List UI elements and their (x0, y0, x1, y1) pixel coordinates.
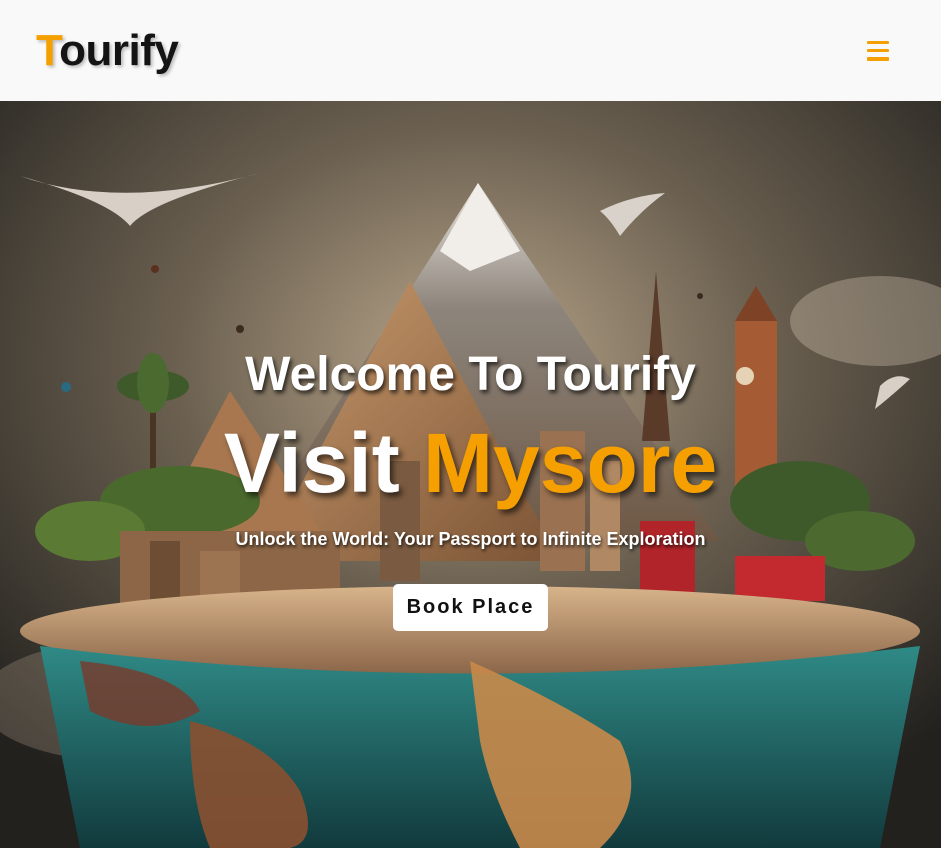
visit-word: Visit (223, 416, 400, 510)
logo-rest: ourify (59, 25, 179, 75)
menu-line (867, 48, 889, 53)
logo-initial: T (36, 25, 60, 75)
book-place-button[interactable]: Book Place (392, 584, 549, 631)
menu-line (867, 57, 889, 61)
site-logo[interactable]: Tourify (36, 25, 179, 75)
city-name: Mysore (423, 416, 718, 510)
menu-line (867, 40, 889, 44)
hero-content: Welcome To Tourify Visit Mysore Unlock t… (0, 351, 941, 631)
navbar: Tourify (0, 0, 941, 101)
hero-section: Welcome To Tourify Visit Mysore Unlock t… (0, 101, 941, 848)
hamburger-icon[interactable] (867, 40, 891, 61)
hero-title: Visit Mysore (0, 421, 941, 505)
welcome-heading: Welcome To Tourify (245, 348, 696, 401)
hero-tagline: Unlock the World: Your Passport to Infin… (235, 529, 706, 549)
